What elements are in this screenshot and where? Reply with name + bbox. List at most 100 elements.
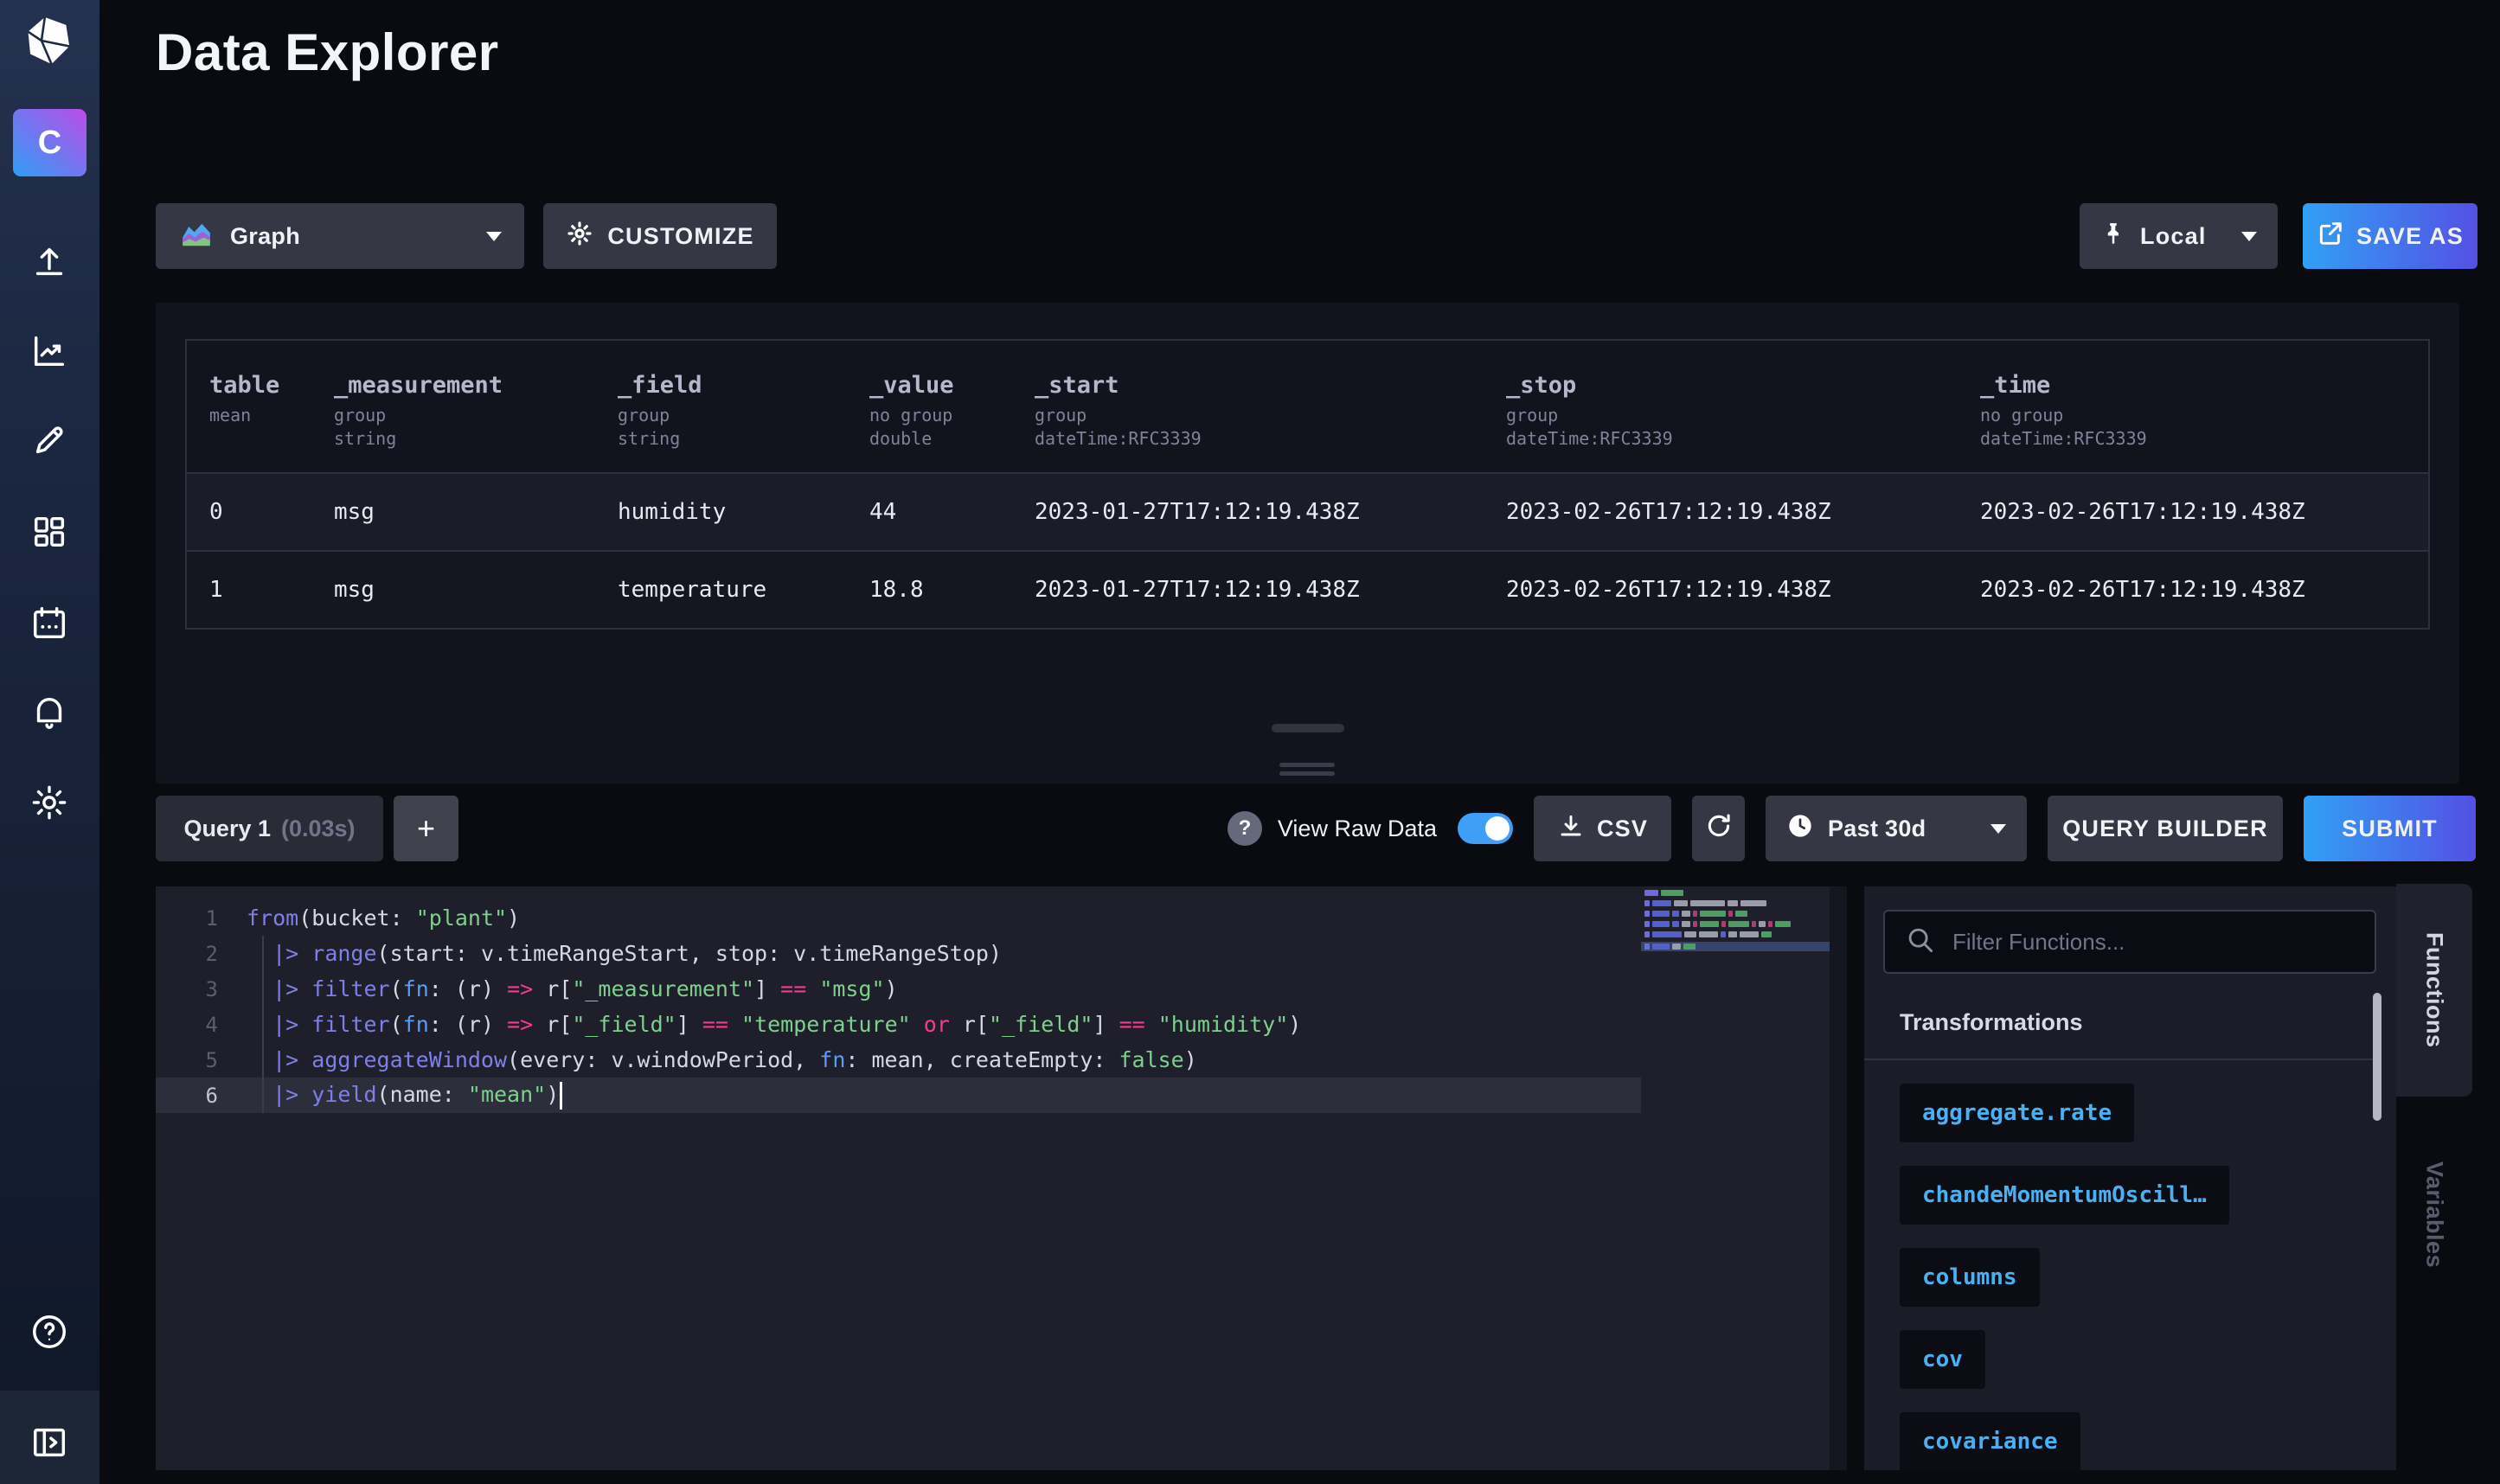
column-header: _startgroupdateTime:RFC3339 bbox=[1035, 341, 1506, 472]
search-icon bbox=[1904, 924, 1937, 961]
line-number: 5 bbox=[156, 1048, 218, 1072]
line-number: 3 bbox=[156, 977, 218, 1001]
functions-scrollbar[interactable] bbox=[2373, 993, 2381, 1121]
org-avatar[interactable]: C bbox=[13, 109, 87, 176]
view-raw-data-label: View Raw Data bbox=[1278, 816, 1437, 842]
alerts-bell-icon[interactable] bbox=[29, 692, 70, 733]
functions-panel: Transformations aggregate.rate chandeMome… bbox=[1864, 886, 2396, 1470]
help-icon[interactable] bbox=[29, 1311, 70, 1353]
csv-label: CSV bbox=[1597, 816, 1648, 842]
customize-button[interactable]: CUSTOMIZE bbox=[543, 203, 777, 269]
functions-list: aggregate.rate chandeMomentumOscill… colum… bbox=[1900, 1084, 2229, 1470]
annotate-pencil-icon[interactable] bbox=[29, 419, 70, 461]
transformations-heading: Transformations bbox=[1900, 1009, 2083, 1036]
tab-functions[interactable]: Functions bbox=[2396, 884, 2472, 1097]
code-line[interactable]: 6 |> yield(name: "mean") bbox=[156, 1078, 1641, 1113]
influxdb-logo-icon[interactable] bbox=[22, 14, 76, 67]
save-as-label: SAVE AS bbox=[2356, 223, 2464, 250]
view-type-label: Graph bbox=[230, 223, 300, 250]
code-line[interactable]: 1from(bucket: "plant") bbox=[156, 900, 1641, 936]
section-divider bbox=[1864, 1059, 2381, 1060]
indent-guide bbox=[262, 936, 264, 1113]
code-lines: 1from(bucket: "plant")2 |> range(start: … bbox=[156, 900, 1641, 1113]
results-table: tablemean_measurementgroupstring_fieldgr… bbox=[185, 339, 2430, 630]
query-builder-button[interactable]: QUERY BUILDER bbox=[2048, 796, 2283, 861]
view-raw-data-toggle[interactable] bbox=[1458, 813, 1513, 844]
code-line[interactable]: 4 |> filter(fn: (r) => r["_field"] == "t… bbox=[156, 1007, 1641, 1042]
function-item[interactable]: covariance bbox=[1900, 1412, 2080, 1470]
filter-functions-input[interactable] bbox=[1952, 929, 2356, 956]
code-text: from(bucket: "plant") bbox=[218, 905, 520, 931]
function-item[interactable]: columns bbox=[1900, 1248, 2040, 1307]
text-cursor bbox=[560, 1082, 562, 1110]
function-item[interactable]: cov bbox=[1900, 1330, 1985, 1389]
raw-data-help-icon[interactable]: ? bbox=[1228, 811, 1262, 846]
tab-variables[interactable]: Variables bbox=[2396, 1146, 2472, 1284]
code-line[interactable]: 2 |> range(start: v.timeRangeStart, stop… bbox=[156, 936, 1641, 971]
table-cell: 0 bbox=[187, 474, 334, 550]
table-cell: msg bbox=[334, 552, 618, 628]
code-line[interactable]: 3 |> filter(fn: (r) => r["_measurement"]… bbox=[156, 971, 1641, 1007]
page-title: Data Explorer bbox=[156, 22, 499, 82]
view-type-dropdown[interactable]: Graph bbox=[156, 203, 524, 269]
submit-button[interactable]: SUBMIT bbox=[2304, 796, 2476, 861]
area-graph-icon bbox=[178, 217, 215, 256]
data-explorer-page: C Data Explorer bbox=[0, 0, 2500, 1484]
toggle-knob bbox=[1485, 816, 1510, 841]
editor-minimap[interactable] bbox=[1641, 890, 1830, 956]
table-cell: 2023-01-27T17:12:19.438Z bbox=[1035, 552, 1506, 628]
code-text: |> filter(fn: (r) => r["_measurement"] =… bbox=[218, 976, 898, 1001]
expand-nav-icon[interactable] bbox=[29, 1422, 70, 1463]
csv-download-button[interactable]: CSV bbox=[1534, 796, 1671, 861]
tasks-calendar-icon[interactable] bbox=[29, 603, 70, 644]
time-range-dropdown[interactable]: Past 30d bbox=[1766, 796, 2027, 861]
dashboards-icon[interactable] bbox=[29, 511, 70, 553]
column-header: _valueno groupdouble bbox=[869, 341, 1035, 472]
minimap-line bbox=[1641, 900, 1830, 906]
column-header: _timeno groupdateTime:RFC3339 bbox=[1980, 341, 2428, 472]
clock-icon bbox=[1786, 812, 1814, 846]
table-cell: 2023-02-26T17:12:19.438Z bbox=[1506, 552, 1980, 628]
panel-resize-handle[interactable] bbox=[1279, 763, 1335, 780]
graphs-icon[interactable] bbox=[29, 330, 70, 372]
save-as-button[interactable]: SAVE AS bbox=[2303, 203, 2478, 269]
results-table-header: tablemean_measurementgroupstring_fieldgr… bbox=[187, 341, 2428, 472]
code-text: |> aggregateWindow(every: v.windowPeriod… bbox=[218, 1047, 1197, 1072]
function-item[interactable]: chandeMomentumOscill… bbox=[1900, 1166, 2229, 1225]
column-header: _measurementgroupstring bbox=[334, 341, 618, 472]
table-cell: 2023-02-26T17:12:19.438Z bbox=[1506, 474, 1980, 550]
table-cell: 2023-01-27T17:12:19.438Z bbox=[1035, 474, 1506, 550]
minimap-line bbox=[1641, 911, 1830, 917]
raw-data-panel: tablemean_measurementgroupstring_fieldgr… bbox=[156, 303, 2459, 784]
refresh-icon bbox=[1704, 811, 1734, 847]
customize-label: CUSTOMIZE bbox=[607, 223, 753, 250]
scope-dropdown[interactable]: Local bbox=[2080, 203, 2278, 269]
pin-icon bbox=[2100, 221, 2126, 253]
minimap-line bbox=[1641, 890, 1830, 896]
flux-code-editor[interactable]: 1from(bucket: "plant")2 |> range(start: … bbox=[156, 886, 1847, 1470]
scope-label: Local bbox=[2140, 223, 2207, 250]
visualization-toolbar: Graph CUSTOMIZE Local SAVE AS bbox=[0, 203, 2500, 269]
code-text: |> filter(fn: (r) => r["_field"] == "tem… bbox=[218, 1012, 1301, 1037]
download-icon bbox=[1557, 812, 1585, 846]
line-number: 4 bbox=[156, 1013, 218, 1037]
function-item[interactable]: aggregate.rate bbox=[1900, 1084, 2134, 1142]
query-tab[interactable]: Query 1 (0.03s) bbox=[156, 796, 383, 861]
editor-overview-ruler bbox=[1830, 886, 1847, 1470]
settings-gear-icon[interactable] bbox=[29, 782, 70, 823]
table-cell: humidity bbox=[618, 474, 869, 550]
query-tab-label: Query 1 bbox=[183, 816, 271, 842]
table-cell: 44 bbox=[869, 474, 1035, 550]
add-query-button[interactable]: + bbox=[394, 796, 458, 861]
table-row: 0msghumidity442023-01-27T17:12:19.438Z20… bbox=[187, 472, 2428, 550]
chevron-down-icon bbox=[1990, 824, 2006, 834]
query-duration: (0.03s) bbox=[281, 816, 356, 842]
code-line[interactable]: 5 |> aggregateWindow(every: v.windowPeri… bbox=[156, 1042, 1641, 1078]
minimap-line bbox=[1641, 942, 1830, 951]
refresh-button[interactable] bbox=[1692, 796, 1745, 861]
gear-icon bbox=[566, 220, 593, 253]
horizontal-scrollbar[interactable] bbox=[1272, 724, 1344, 732]
line-number: 2 bbox=[156, 942, 218, 966]
filter-functions-searchbox[interactable] bbox=[1883, 910, 2376, 974]
minimap-line bbox=[1641, 931, 1830, 937]
